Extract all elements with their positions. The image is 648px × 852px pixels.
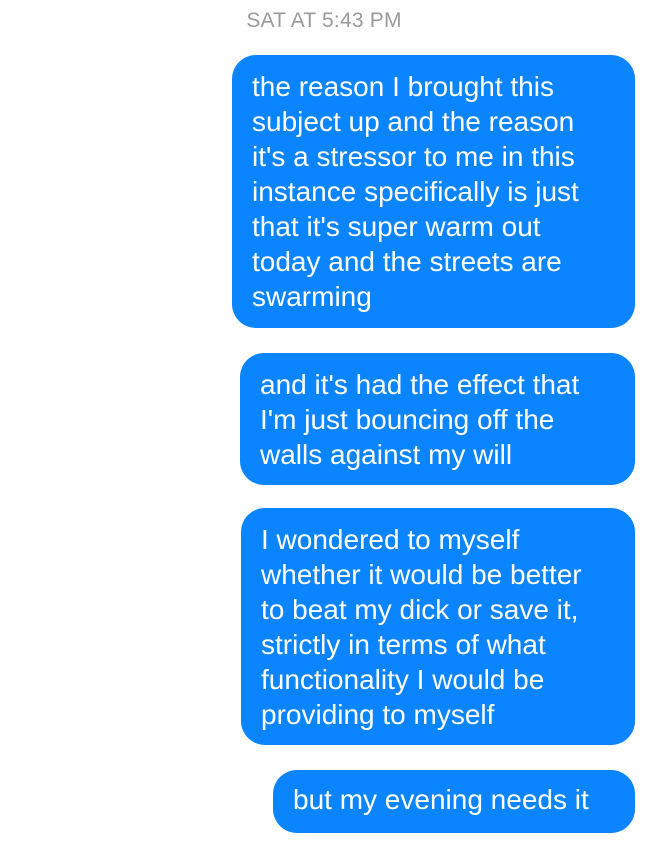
timestamp-divider: SAT AT 5:43 PM: [246, 9, 402, 32]
message-bubble-outgoing[interactable]: but my evening needs it: [273, 770, 635, 833]
message-bubble-outgoing[interactable]: the reason I brought this subject up and…: [232, 55, 635, 328]
message-bubble-outgoing[interactable]: I wondered to myself whether it would be…: [241, 508, 635, 745]
message-bubble-outgoing[interactable]: and it's had the effect that I'm just bo…: [240, 353, 635, 485]
